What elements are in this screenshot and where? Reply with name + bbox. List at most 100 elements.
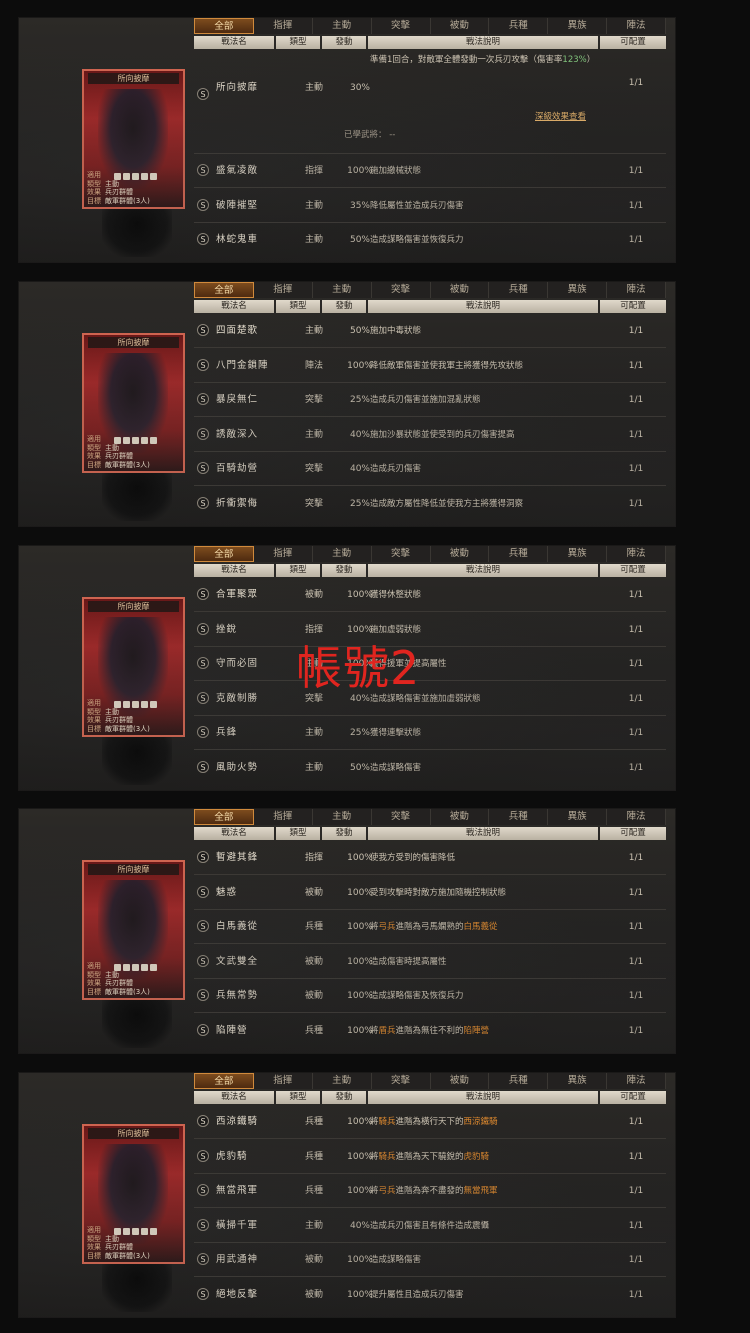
column-header[interactable]: 戰法名: [194, 1091, 274, 1104]
skill-row[interactable]: S 折衝禦侮 突擊 25% 造成敵方屬性降低並使我方主將獲得洞察 1/1: [194, 487, 666, 521]
column-header[interactable]: 發動: [322, 564, 366, 577]
skill-row[interactable]: S 無當飛軍 兵種 100% 將弓兵進階為奔不盡發的無當飛軍 1/1: [194, 1174, 666, 1209]
tab-0[interactable]: 全部: [194, 1073, 254, 1089]
skill-row[interactable]: S 守而必固 主動 100% 獲得援軍並提高屬性 1/1: [194, 647, 666, 682]
column-header[interactable]: 戰法名: [194, 36, 274, 49]
column-header[interactable]: 類型: [276, 300, 320, 313]
tab-5[interactable]: 兵種: [489, 18, 549, 34]
skill-row[interactable]: S 克敵制勝 突擊 40% 造成謀略傷害並施加虛弱狀態 1/1: [194, 682, 666, 716]
tab-6[interactable]: 異族: [548, 546, 608, 562]
skill-row[interactable]: S 挫銳 指揮 100% 施加虛弱狀態 1/1: [194, 613, 666, 647]
skill-row[interactable]: S 魅惑 被動 100% 受到攻擊時對敵方施加隨機控制狀態 1/1: [194, 876, 666, 910]
skill-name: 魅惑: [216, 886, 238, 898]
column-header[interactable]: 可配置: [600, 36, 666, 49]
skill-row[interactable]: S 陷陣營 兵種 100% 將盾兵進階為無往不利的陷陣營 1/1: [194, 1014, 666, 1048]
advanced-effect-link[interactable]: 深級效果查看: [535, 110, 586, 122]
skill-row[interactable]: S 西涼鐵騎 兵種 100% 將騎兵進階為橫行天下的西涼鐵騎 1/1: [194, 1105, 666, 1139]
column-header[interactable]: 發動: [322, 827, 366, 840]
tab-2[interactable]: 主動: [312, 282, 372, 298]
skill-row[interactable]: S 兵無常勢 被動 100% 造成謀略傷害及恢復兵力 1/1: [194, 979, 666, 1014]
tab-4[interactable]: 被動: [430, 18, 490, 34]
tab-4[interactable]: 被動: [430, 282, 490, 298]
skill-name: 兵鋒: [216, 727, 238, 739]
skill-row[interactable]: S 暫避其鋒 指揮 100% 使我方受到的傷害降低 1/1: [194, 841, 666, 875]
column-header[interactable]: 戰法說明: [368, 300, 598, 313]
column-header[interactable]: 可配置: [600, 827, 666, 840]
skill-row[interactable]: S 四面楚歌 主動 50% 施加中毒狀態 1/1: [194, 314, 666, 348]
tab-1[interactable]: 指揮: [253, 282, 313, 298]
tab-7[interactable]: 陣法: [607, 546, 666, 562]
skill-row[interactable]: S 文武雙全 被動 100% 造成傷害時提高屬性 1/1: [194, 945, 666, 979]
tab-2[interactable]: 主動: [312, 809, 372, 825]
skill-row[interactable]: S 絕地反擊 被動 100% 提升屬性且造成兵刃傷害 1/1: [194, 1278, 666, 1312]
skill-type: 被動: [304, 590, 323, 600]
skill-row[interactable]: S 林蛇鬼車 主動 50% 造成謀略傷害並恢復兵力 1/1: [194, 223, 666, 257]
tab-7[interactable]: 陣法: [607, 809, 666, 825]
tab-1[interactable]: 指揮: [253, 1073, 313, 1089]
column-header[interactable]: 可配置: [600, 300, 666, 313]
column-header[interactable]: 戰法名: [194, 564, 274, 577]
tab-4[interactable]: 被動: [430, 546, 490, 562]
tab-3[interactable]: 突擊: [371, 18, 431, 34]
skill-row[interactable]: S 暴戾無仁 突擊 25% 造成兵刃傷害並施加混亂狀態 1/1: [194, 383, 666, 418]
tab-4[interactable]: 被動: [430, 809, 490, 825]
skill-row[interactable]: S 破陣摧堅 主動 35% 降低屬性並造成兵刃傷害 1/1: [194, 189, 666, 223]
column-header[interactable]: 戰法說明: [368, 1091, 598, 1104]
tab-5[interactable]: 兵種: [489, 809, 549, 825]
column-header[interactable]: 戰法名: [194, 827, 274, 840]
tab-6[interactable]: 異族: [548, 1073, 608, 1089]
tab-5[interactable]: 兵種: [489, 1073, 549, 1089]
skill-row[interactable]: S 合軍聚眾 被動 100% 獲得休整狀態 1/1: [194, 578, 666, 612]
skill-row[interactable]: S 百騎劫營 突擊 40% 造成兵刃傷害 1/1: [194, 452, 666, 487]
skill-count: 1/1: [628, 590, 644, 600]
skill-row[interactable]: S 白馬義從 兵種 100% 將弓兵進階為弓馬嫻熟的白馬義從 1/1: [194, 910, 666, 945]
tab-2[interactable]: 主動: [312, 546, 372, 562]
column-header[interactable]: 類型: [276, 36, 320, 49]
tab-1[interactable]: 指揮: [253, 18, 313, 34]
tab-6[interactable]: 異族: [548, 809, 608, 825]
column-header[interactable]: 戰法說明: [368, 36, 598, 49]
tab-6[interactable]: 異族: [548, 18, 608, 34]
column-header[interactable]: 類型: [276, 1091, 320, 1104]
skill-row[interactable]: S 橫掃千軍 主動 40% 造成兵刃傷害且有條件造成震懾 1/1: [194, 1209, 666, 1243]
tab-0[interactable]: 全部: [194, 282, 254, 298]
column-header[interactable]: 戰法說明: [368, 827, 598, 840]
skill-row[interactable]: S 盛氣凌敵 指揮 100% 施加繳械狀態 1/1: [194, 154, 666, 188]
skill-row[interactable]: S 用武通神 被動 100% 造成謀略傷害 1/1: [194, 1243, 666, 1278]
tab-0[interactable]: 全部: [194, 809, 254, 825]
tab-7[interactable]: 陣法: [607, 1073, 666, 1089]
column-header[interactable]: 發動: [322, 1091, 366, 1104]
tab-2[interactable]: 主動: [312, 18, 372, 34]
tab-7[interactable]: 陣法: [607, 282, 666, 298]
column-header[interactable]: 可配置: [600, 1091, 666, 1104]
tab-1[interactable]: 指揮: [253, 546, 313, 562]
column-header[interactable]: 發動: [322, 36, 366, 49]
tab-5[interactable]: 兵種: [489, 282, 549, 298]
tab-3[interactable]: 突擊: [371, 546, 431, 562]
tab-3[interactable]: 突擊: [371, 282, 431, 298]
skill-count: 1/1: [628, 956, 644, 967]
tab-7[interactable]: 陣法: [607, 18, 666, 34]
column-header[interactable]: 戰法說明: [368, 564, 598, 577]
column-header[interactable]: 戰法名: [194, 300, 274, 313]
column-header[interactable]: 發動: [322, 300, 366, 313]
skill-description: 將盾兵進階為無往不利的陷陣營: [370, 1014, 600, 1048]
tab-5[interactable]: 兵種: [489, 546, 549, 562]
column-header[interactable]: 可配置: [600, 564, 666, 577]
skill-row[interactable]: S 八門金鎖陣 陣法 100% 降低敵軍傷害並使我軍主將獲得先攻狀態 1/1: [194, 349, 666, 383]
tab-1[interactable]: 指揮: [253, 809, 313, 825]
tab-3[interactable]: 突擊: [371, 1073, 431, 1089]
column-header[interactable]: 類型: [276, 564, 320, 577]
tab-0[interactable]: 全部: [194, 18, 254, 34]
tab-3[interactable]: 突擊: [371, 809, 431, 825]
skill-row[interactable]: S 風助火勢 主動 50% 造成謀略傷害 1/1: [194, 751, 666, 785]
tab-6[interactable]: 異族: [548, 282, 608, 298]
tab-4[interactable]: 被動: [430, 1073, 490, 1089]
skill-row[interactable]: S 兵鋒 主動 25% 獲得連擊狀態 1/1: [194, 716, 666, 751]
tab-0[interactable]: 全部: [194, 546, 254, 562]
expanded-skill-row[interactable]: S 所向披靡 主動 30% 1/1 準備1回合，對敵軍全體發動一次兵刃攻擊（傷害率123%…: [194, 50, 666, 154]
skill-row[interactable]: S 誘敵深入 主動 40% 施加沙暴狀態並使受到的兵刃傷害提高 1/1: [194, 418, 666, 452]
skill-row[interactable]: S 虎豹騎 兵種 100% 將騎兵進階為天下驍銳的虎豹騎 1/1: [194, 1140, 666, 1174]
tab-2[interactable]: 主動: [312, 1073, 372, 1089]
column-header[interactable]: 類型: [276, 827, 320, 840]
